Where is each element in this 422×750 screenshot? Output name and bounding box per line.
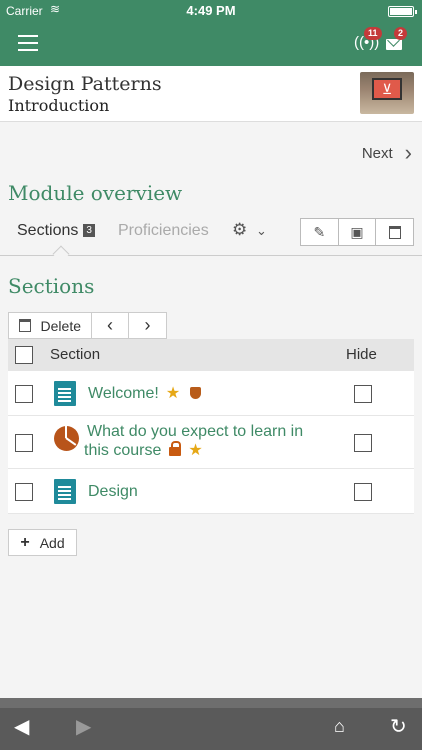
section-title: Welcome! [88, 385, 159, 402]
section-title-line1: What do you expect to learn in [87, 423, 304, 440]
select-all-checkbox[interactable] [15, 346, 33, 364]
notifications-badge: 11 [364, 27, 382, 40]
chevron-right-icon: › [144, 315, 151, 335]
trash-icon [388, 225, 401, 239]
tab-proficiencies[interactable]: Proficiencies [118, 222, 209, 240]
sections-action-bar: Delete ‹ › [8, 312, 167, 339]
row-select-checkbox[interactable] [15, 483, 33, 501]
delete-button[interactable]: Delete [9, 313, 92, 338]
refresh-icon[interactable]: ↻ [390, 714, 407, 739]
delete-module-button[interactable] [376, 219, 413, 245]
tab-sections-label: Sections [17, 222, 79, 239]
move-left-button[interactable]: ‹ [92, 313, 129, 338]
section-title: Design [88, 483, 138, 500]
section-link[interactable]: Welcome! ★ [88, 384, 202, 403]
move-right-button[interactable]: › [129, 313, 166, 338]
active-tab-indicator [52, 245, 70, 263]
delete-label: Delete [40, 317, 81, 334]
table-row: Welcome! ★ [8, 371, 414, 416]
image-icon: ▣ [350, 223, 364, 240]
row-select-checkbox[interactable] [15, 385, 33, 403]
table-header: Section Hide [8, 339, 414, 371]
image-button[interactable]: ▣ [339, 219, 377, 245]
edit-button[interactable]: ✎ [301, 219, 339, 245]
tab-bar: Sections 3 Proficiencies ⚙ ⌄ ✎ ▣ [0, 212, 422, 263]
star-icon: ★ [188, 442, 203, 459]
next-label: Next [361, 144, 393, 162]
back-arrow-icon[interactable]: ◀ [14, 714, 29, 739]
course-header: Design Patterns Introduction [0, 66, 422, 122]
sections-table: Section Hide Welcome! ★ What do you expec… [8, 339, 414, 514]
table-row: What do you expect to learn in this cour… [8, 416, 414, 469]
hide-checkbox[interactable] [354, 483, 372, 501]
module-overview-heading: Module overview [8, 181, 183, 205]
tab-sections[interactable]: Sections 3 [17, 222, 95, 240]
table-row: Design [8, 469, 414, 514]
document-icon [54, 381, 76, 406]
menu-icon[interactable] [18, 35, 38, 51]
add-label: Add [39, 534, 65, 551]
chevron-right-icon: › [404, 140, 412, 165]
course-title: Design Patterns [8, 73, 162, 95]
gear-icon: ⚙ [232, 220, 248, 239]
pencil-icon: ✎ [313, 223, 326, 240]
lock-icon [169, 441, 182, 456]
envelope-icon [386, 39, 402, 50]
next-button[interactable]: Next › [361, 140, 412, 165]
section-title-line2: this course [84, 442, 162, 459]
column-header-hide: Hide [346, 346, 377, 363]
settings-dropdown[interactable]: ⚙ ⌄ [232, 220, 267, 240]
trash-icon [19, 319, 31, 332]
hide-checkbox[interactable] [354, 385, 372, 403]
status-bar: Carrier ≋ 4:49 PM [0, 0, 422, 22]
chevron-down-icon: ⌄ [255, 223, 267, 238]
browser-toolbar: ◀ ▶ ⌂ ↻ [0, 698, 422, 750]
sections-heading: Sections [8, 274, 95, 298]
pie-chart-icon [54, 426, 79, 451]
column-header-section: Section [50, 346, 101, 363]
messages-badge: 2 [394, 27, 408, 40]
battery-icon [388, 6, 417, 17]
app-header: ((•)) 11 2 [0, 22, 422, 66]
edit-toolbar: ✎ ▣ [300, 218, 414, 246]
sections-count-badge: 3 [83, 224, 95, 237]
chevron-left-icon: ‹ [107, 315, 113, 335]
home-icon[interactable]: ⌂ [334, 716, 345, 737]
row-select-checkbox[interactable] [15, 434, 33, 452]
add-section-button[interactable]: + Add [8, 529, 77, 556]
plus-icon: + [20, 533, 30, 551]
notifications-button[interactable]: ((•)) 11 [354, 27, 382, 54]
course-subtitle: Introduction [8, 96, 110, 115]
clock: 4:49 PM [186, 3, 236, 18]
section-link[interactable]: What do you expect to learn in this cour… [84, 422, 324, 460]
course-thumbnail[interactable] [360, 72, 414, 114]
section-link[interactable]: Design [88, 482, 138, 501]
messages-button[interactable]: 2 [384, 27, 408, 54]
hide-checkbox[interactable] [354, 434, 372, 452]
shield-icon [190, 387, 202, 399]
star-icon: ★ [165, 385, 181, 402]
forward-arrow-icon[interactable]: ▶ [76, 714, 91, 739]
document-icon [54, 479, 76, 504]
